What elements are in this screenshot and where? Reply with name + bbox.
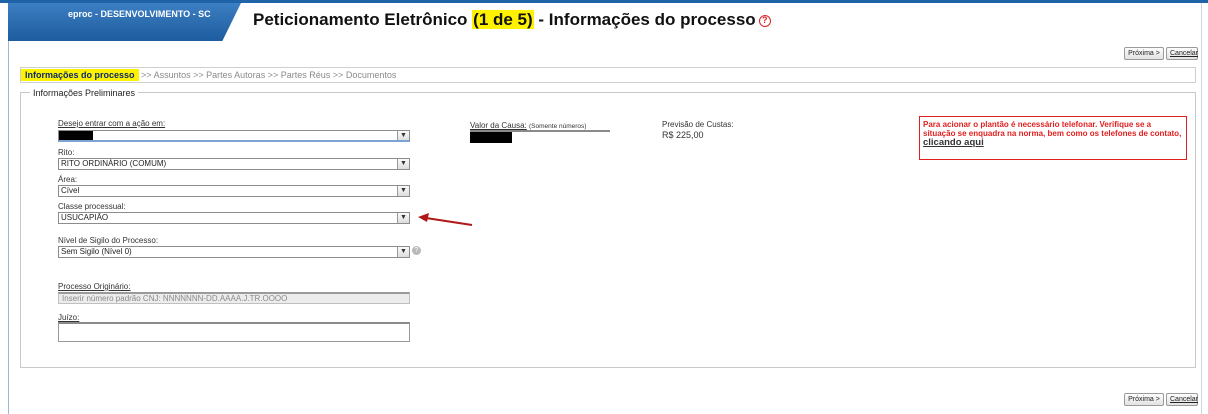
step-partes-reus: Partes Réus — [280, 70, 331, 80]
help-icon[interactable]: ? — [758, 15, 771, 27]
step-separator: >> — [332, 70, 344, 80]
sigilo-select[interactable]: Sem Sigilo (Nível 0) ▼ — [58, 246, 410, 258]
cancel-button-top[interactable]: Cancelar — [1166, 47, 1198, 60]
desejo-select[interactable]: ▼ — [58, 130, 410, 142]
step-partes-autoras: Partes Autoras — [206, 70, 266, 80]
sigilo-help-icon[interactable]: ? — [412, 246, 421, 255]
redacted-value — [470, 132, 512, 143]
right-frame-border — [1201, 0, 1202, 414]
chevron-down-icon: ▼ — [397, 159, 409, 169]
chevron-down-icon: ▼ — [397, 213, 409, 223]
header-top-bar — [0, 0, 1208, 3]
rito-label: Rito: — [58, 148, 75, 157]
rito-value: RITO ORDINÁRIO (COMUM) — [61, 159, 167, 168]
redacted-value — [59, 131, 93, 140]
fieldset-legend: Informações Preliminares — [30, 88, 139, 98]
valor-label-group: Valor da Causa: (Somente números) — [470, 121, 586, 130]
valor-input[interactable] — [470, 130, 610, 143]
previsao-label: Previsão de Custas: — [662, 120, 734, 129]
classe-value: USUCAPIÃO — [61, 213, 109, 222]
valor-hint: (Somente números) — [529, 123, 587, 130]
classe-select[interactable]: USUCAPIÃO ▼ — [58, 212, 410, 224]
step-informacoes[interactable]: Informações do processo — [21, 69, 139, 81]
next-button-top[interactable]: Próxima > — [1124, 47, 1164, 60]
notice-link[interactable]: clicando aqui — [923, 137, 984, 148]
step-separator: >> — [141, 70, 152, 80]
step-separator: >> — [193, 70, 204, 80]
page-header: eproc - DESENVOLVIMENTO - SC Peticioname… — [0, 0, 1208, 41]
rito-select[interactable]: RITO ORDINÁRIO (COMUM) ▼ — [58, 158, 410, 170]
area-select[interactable]: Cível ▼ — [58, 185, 410, 197]
title-suffix: - Informações do processo — [533, 10, 756, 29]
sigilo-label: Nível de Sigilo do Processo: — [58, 236, 159, 245]
step-separator: >> — [267, 70, 279, 80]
left-frame-border — [8, 0, 9, 414]
page-title: Peticionamento Eletrônico (1 de 5) - Inf… — [253, 10, 771, 30]
sigilo-value: Sem Sigilo (Nível 0) — [61, 247, 132, 256]
processo-input[interactable]: Inserir número padrão CNJ: NNNNNNN-DD.AA… — [58, 292, 410, 304]
area-value: Cível — [61, 186, 80, 195]
step-documentos: Documentos — [345, 70, 397, 80]
plantao-notice: Para acionar o plantão é necessário tele… — [919, 116, 1187, 160]
juizo-label: Juízo: — [58, 313, 80, 322]
next-button-bottom[interactable]: Próxima > — [1124, 393, 1164, 406]
chevron-down-icon: ▼ — [397, 247, 409, 257]
brand-tab: eproc - DESENVOLVIMENTO - SC — [8, 3, 241, 41]
step-assuntos: Assuntos — [153, 70, 191, 80]
classe-label: Classe processual: — [58, 202, 126, 211]
notice-text: Para acionar o plantão é necessário tele… — [923, 120, 1182, 138]
title-step-highlight: (1 de 5) — [472, 10, 534, 29]
cancel-button-bottom[interactable]: Cancelar — [1166, 393, 1198, 406]
annotation-arrow-icon — [418, 213, 473, 226]
title-text: Peticionamento Eletrônico — [253, 10, 473, 29]
previsao-value: R$ 225,00 — [662, 130, 704, 140]
area-label: Área: — [58, 175, 78, 184]
chevron-down-icon: ▼ — [397, 131, 409, 140]
desejo-label: Desejo entrar com a ação em: — [58, 119, 166, 128]
chevron-down-icon: ▼ — [397, 186, 409, 196]
processo-label: Processo Originário: — [58, 282, 131, 291]
brand-label: eproc - DESENVOLVIMENTO - SC — [68, 9, 211, 19]
juizo-field[interactable] — [58, 322, 410, 342]
step-breadcrumb: Informações do processo >> Assuntos >> P… — [20, 67, 1196, 83]
valor-label: Valor da Causa: — [470, 121, 527, 130]
